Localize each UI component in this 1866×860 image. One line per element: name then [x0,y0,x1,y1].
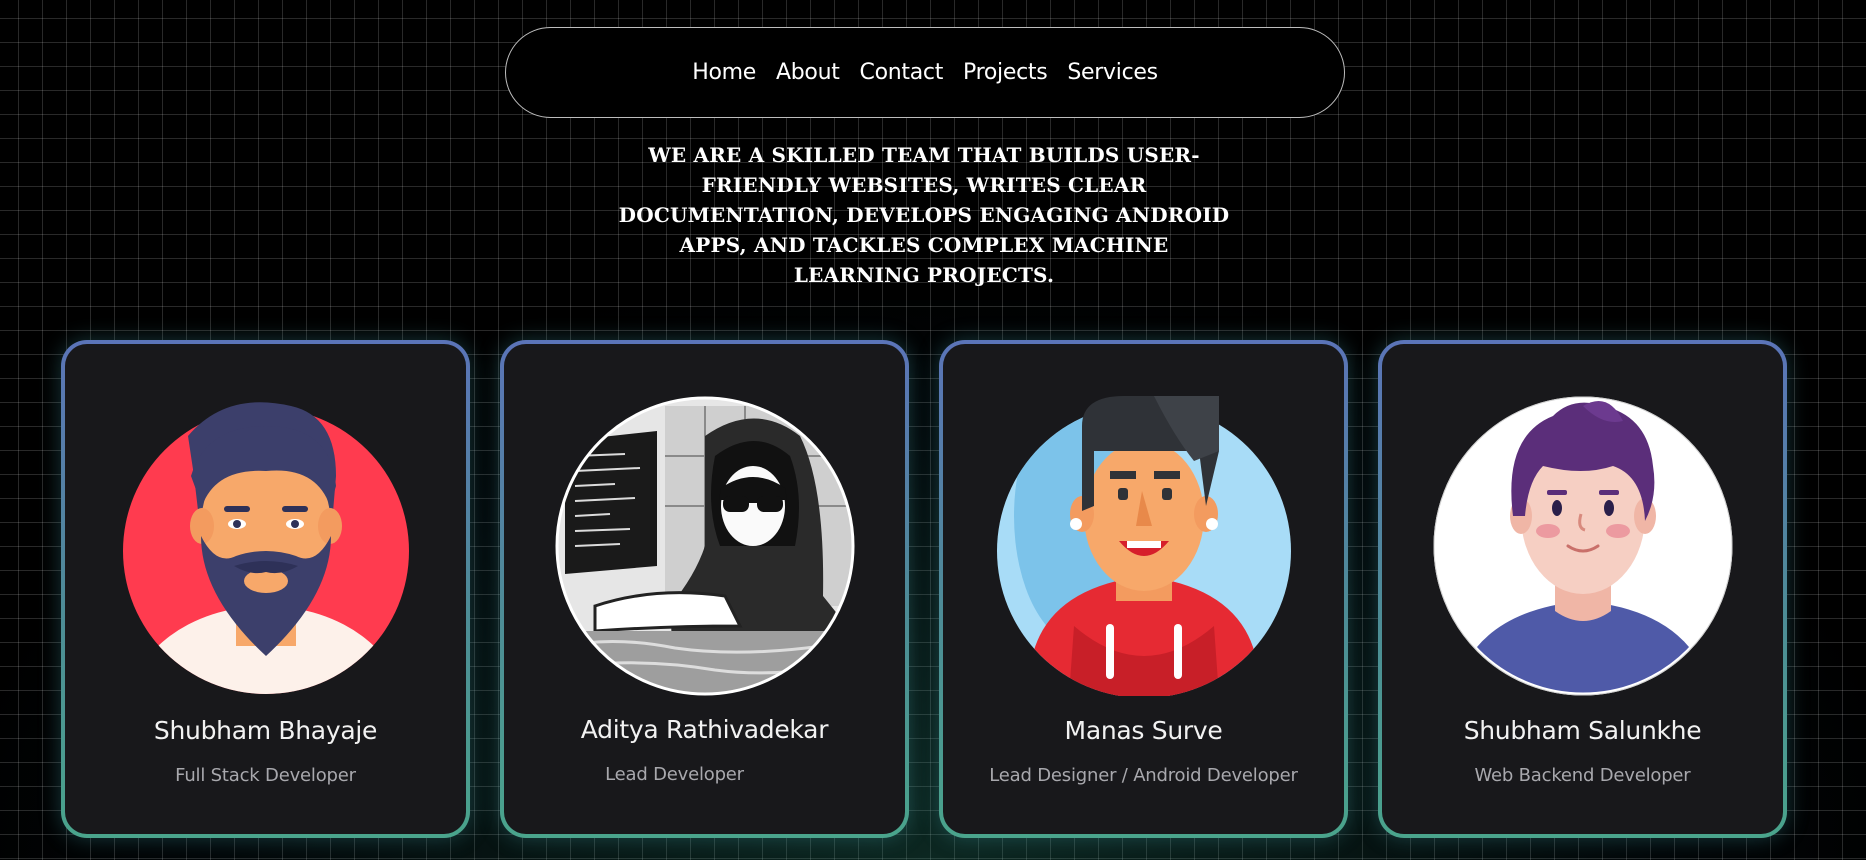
hooded-coder-avatar-icon [555,396,855,696]
member-role: Full Stack Developer [175,765,356,786]
nav-about[interactable]: About [776,60,840,85]
member-name: Manas Surve [1064,716,1223,745]
team-card: Shubham Salunkhe Web Backend Developer [1378,340,1787,838]
purple-hair-avatar-icon [1433,396,1733,696]
member-name: Shubham Bhayaje [153,716,378,745]
smiling-man-hoodie-avatar-icon [994,396,1294,696]
nav-contact[interactable]: Contact [860,60,944,85]
nav-home[interactable]: Home [692,60,756,85]
hero-tagline: WE ARE A SKILLED TEAM THAT BUILDS USER-F… [618,143,1230,287]
member-name: Aditya Rathivadekar [580,715,829,744]
member-role: Lead Developer [605,764,744,785]
team-card: Manas Surve Lead Designer / Android Deve… [939,340,1348,838]
bearded-man-avatar-icon [116,396,416,696]
nav-services[interactable]: Services [1067,60,1158,85]
member-role: Web Backend Developer [1474,765,1691,786]
nav-projects[interactable]: Projects [963,60,1048,85]
team-card: Aditya Rathivadekar Lead Developer [500,340,909,838]
member-role: Lead Designer / Android Developer [989,765,1298,786]
member-name: Shubham Salunkhe [1463,716,1702,745]
team-card: Shubham Bhayaje Full Stack Developer [61,340,470,838]
top-navigation: Home About Contact Projects Services [505,27,1345,118]
